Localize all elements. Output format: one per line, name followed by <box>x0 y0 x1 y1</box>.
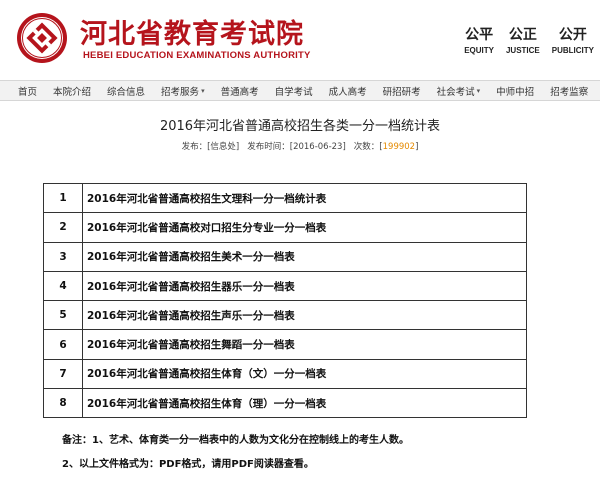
file-link[interactable]: 2016年河北省普通高校招生体育（文）一分一档表 <box>87 368 326 380</box>
nav-item[interactable]: 研招研考 <box>375 84 429 98</box>
value-publicity-cn: 公开 <box>558 27 587 43</box>
nav-item-label: 成人高考 <box>328 86 367 98</box>
nav-item-label: 普通高考 <box>220 86 259 98</box>
table-row: 2 2016年河北省普通高校对口招生分专业一分一档表 <box>43 212 527 243</box>
page-title: 2016年河北省普通高校招生各类一分一档统计表 <box>159 119 441 134</box>
file-list-table: 1 2016年河北省普通高校招生文理科一分一档统计表 2 2016年河北省普通高校对口… <box>43 182 527 419</box>
file-link[interactable]: 2016年河北省普通高校对口招生分专业一分一档表 <box>87 222 326 234</box>
site-title[interactable]: 河北省教育考试院 <box>80 12 304 51</box>
value-publicity: 公开 PUBLICITY <box>552 24 594 55</box>
file-link[interactable]: 2016年河北省普通高校招生美术一分一档表 <box>87 251 295 263</box>
nav-item-label: 综合信息 <box>107 86 146 98</box>
nav-item-label: 招考监察 <box>550 86 589 98</box>
nav-item[interactable]: 普通高考 <box>213 84 267 98</box>
views-close-bracket: ] <box>415 142 419 152</box>
article-meta: 发布：[信息处] 发布时间：[2016-06-23] 次数：[199902] <box>0 140 600 152</box>
nav-item[interactable]: 招考监察 <box>542 84 596 98</box>
nav-item[interactable]: 自学考试 <box>267 84 321 98</box>
chevron-down-icon: ▾ <box>201 86 205 95</box>
file-link[interactable]: 2016年河北省普通高校招生器乐一分一档表 <box>87 281 295 293</box>
value-justice: 公正 JUSTICE <box>506 24 540 55</box>
nav-item-label: 招考服务 <box>161 86 200 98</box>
row-number: 8 <box>43 388 83 419</box>
row-file-cell: 2016年河北省普通高校招生美术一分一档表 <box>82 241 527 272</box>
value-equity: 公平 EQUITY <box>464 24 494 55</box>
table-row: 6 2016年河北省普通高校招生舞蹈一分一档表 <box>43 329 527 360</box>
publish-time-value: [2016-06-23] <box>289 142 346 152</box>
row-number: 2 <box>43 212 83 243</box>
table-row: 5 2016年河北省普通高校招生声乐一分一档表 <box>43 300 527 331</box>
value-justice-en: JUSTICE <box>505 46 540 55</box>
value-equity-cn: 公平 <box>465 27 494 43</box>
row-number: 1 <box>43 182 83 214</box>
nav-item-label: 本院介绍 <box>53 86 92 98</box>
row-number: 3 <box>43 241 83 272</box>
row-file-cell: 2016年河北省普通高校招生体育（文）一分一档表 <box>82 358 527 390</box>
exam-authority-seal-icon[interactable] <box>16 12 68 64</box>
core-values: 公平 EQUITY 公正 JUSTICE 公开 PUBLICITY <box>464 24 594 55</box>
nav-item-label: 自学考试 <box>274 86 313 98</box>
row-file-cell: 2016年河北省普通高校招生器乐一分一档表 <box>82 270 527 302</box>
nav-item[interactable]: 社会考试 ▾ <box>429 84 489 98</box>
nav-item[interactable]: 招考服务 ▾ <box>153 84 213 98</box>
chevron-down-icon: ▾ <box>476 86 481 95</box>
file-link[interactable]: 2016年河北省普通高校招生文理科一分一档统计表 <box>87 193 326 205</box>
views-count: 199902 <box>382 142 416 152</box>
row-number: 7 <box>43 358 83 390</box>
value-equity-en: EQUITY <box>464 46 494 55</box>
nav-item[interactable]: 本院介绍 <box>45 84 99 98</box>
publisher-value: [信息处] <box>207 142 240 152</box>
value-publicity-en: PUBLICITY <box>551 46 594 55</box>
file-link[interactable]: 2016年河北省普通高校招生体育（理）一分一档表 <box>87 398 326 410</box>
row-number: 4 <box>43 270 83 302</box>
nav-item-label: 社会考试 <box>436 86 475 98</box>
table-row: 8 2016年河北省普通高校招生体育（理）一分一档表 <box>43 388 527 419</box>
table-row: 1 2016年河北省普通高校招生文理科一分一档统计表 <box>43 182 527 214</box>
site-header: 河北省教育考试院 HEBEI EDUCATION EXAMINATIONS AU… <box>0 0 600 78</box>
publish-time-label: 发布时间： <box>247 142 290 152</box>
nav-item-label: 研招研考 <box>382 86 421 98</box>
row-file-cell: 2016年河北省普通高校对口招生分专业一分一档表 <box>82 212 527 243</box>
note-line-1: 备注：1、艺术、体育类一分一档表中的人数为文化分在控制线上的考生人数。 <box>62 435 409 446</box>
file-link[interactable]: 2016年河北省普通高校招生声乐一分一档表 <box>87 310 295 322</box>
nav-item-label: 中师中招 <box>496 86 535 98</box>
note-line-2: 2、以上文件格式为：PDF格式，请用PDF阅读器查看。 <box>62 459 314 470</box>
row-file-cell: 2016年河北省普通高校招生舞蹈一分一档表 <box>82 329 527 360</box>
row-number: 5 <box>43 300 83 331</box>
nav-item-label: 首页 <box>18 86 38 98</box>
publisher-label: 发布： <box>181 142 208 152</box>
file-link[interactable]: 2016年河北省普通高校招生舞蹈一分一档表 <box>87 339 295 351</box>
main-nav: 首页 本院介绍 综合信息 招考服务 ▾ 普通高考 自学考试 成人高考 研招研考 社会考试 ▾ 中师中招… <box>0 80 600 101</box>
nav-item[interactable]: 首页 <box>10 84 45 98</box>
row-number: 6 <box>43 329 83 360</box>
nav-list: 首页 本院介绍 综合信息 招考服务 ▾ 普通高考 自学考试 成人高考 研招研考 社会考试 ▾ 中师中招… <box>0 81 600 100</box>
site-subtitle: HEBEI EDUCATION EXAMINATIONS AUTHORITY <box>83 50 311 61</box>
nav-item[interactable]: 中师中招 <box>488 84 542 98</box>
row-file-cell: 2016年河北省普通高校招生体育（理）一分一档表 <box>82 388 527 419</box>
row-file-cell: 2016年河北省普通高校招生声乐一分一档表 <box>82 300 527 331</box>
row-file-cell: 2016年河北省普通高校招生文理科一分一档统计表 <box>82 182 527 214</box>
table-row: 7 2016年河北省普通高校招生体育（文）一分一档表 <box>43 358 527 390</box>
views-label: 次数： <box>353 142 380 152</box>
value-justice-cn: 公正 <box>508 27 537 43</box>
nav-item[interactable]: 综合信息 <box>99 84 153 98</box>
table-row: 4 2016年河北省普通高校招生器乐一分一档表 <box>43 270 527 302</box>
table-row: 3 2016年河北省普通高校招生美术一分一档表 <box>43 241 527 272</box>
nav-item[interactable]: 成人高考 <box>321 84 375 98</box>
